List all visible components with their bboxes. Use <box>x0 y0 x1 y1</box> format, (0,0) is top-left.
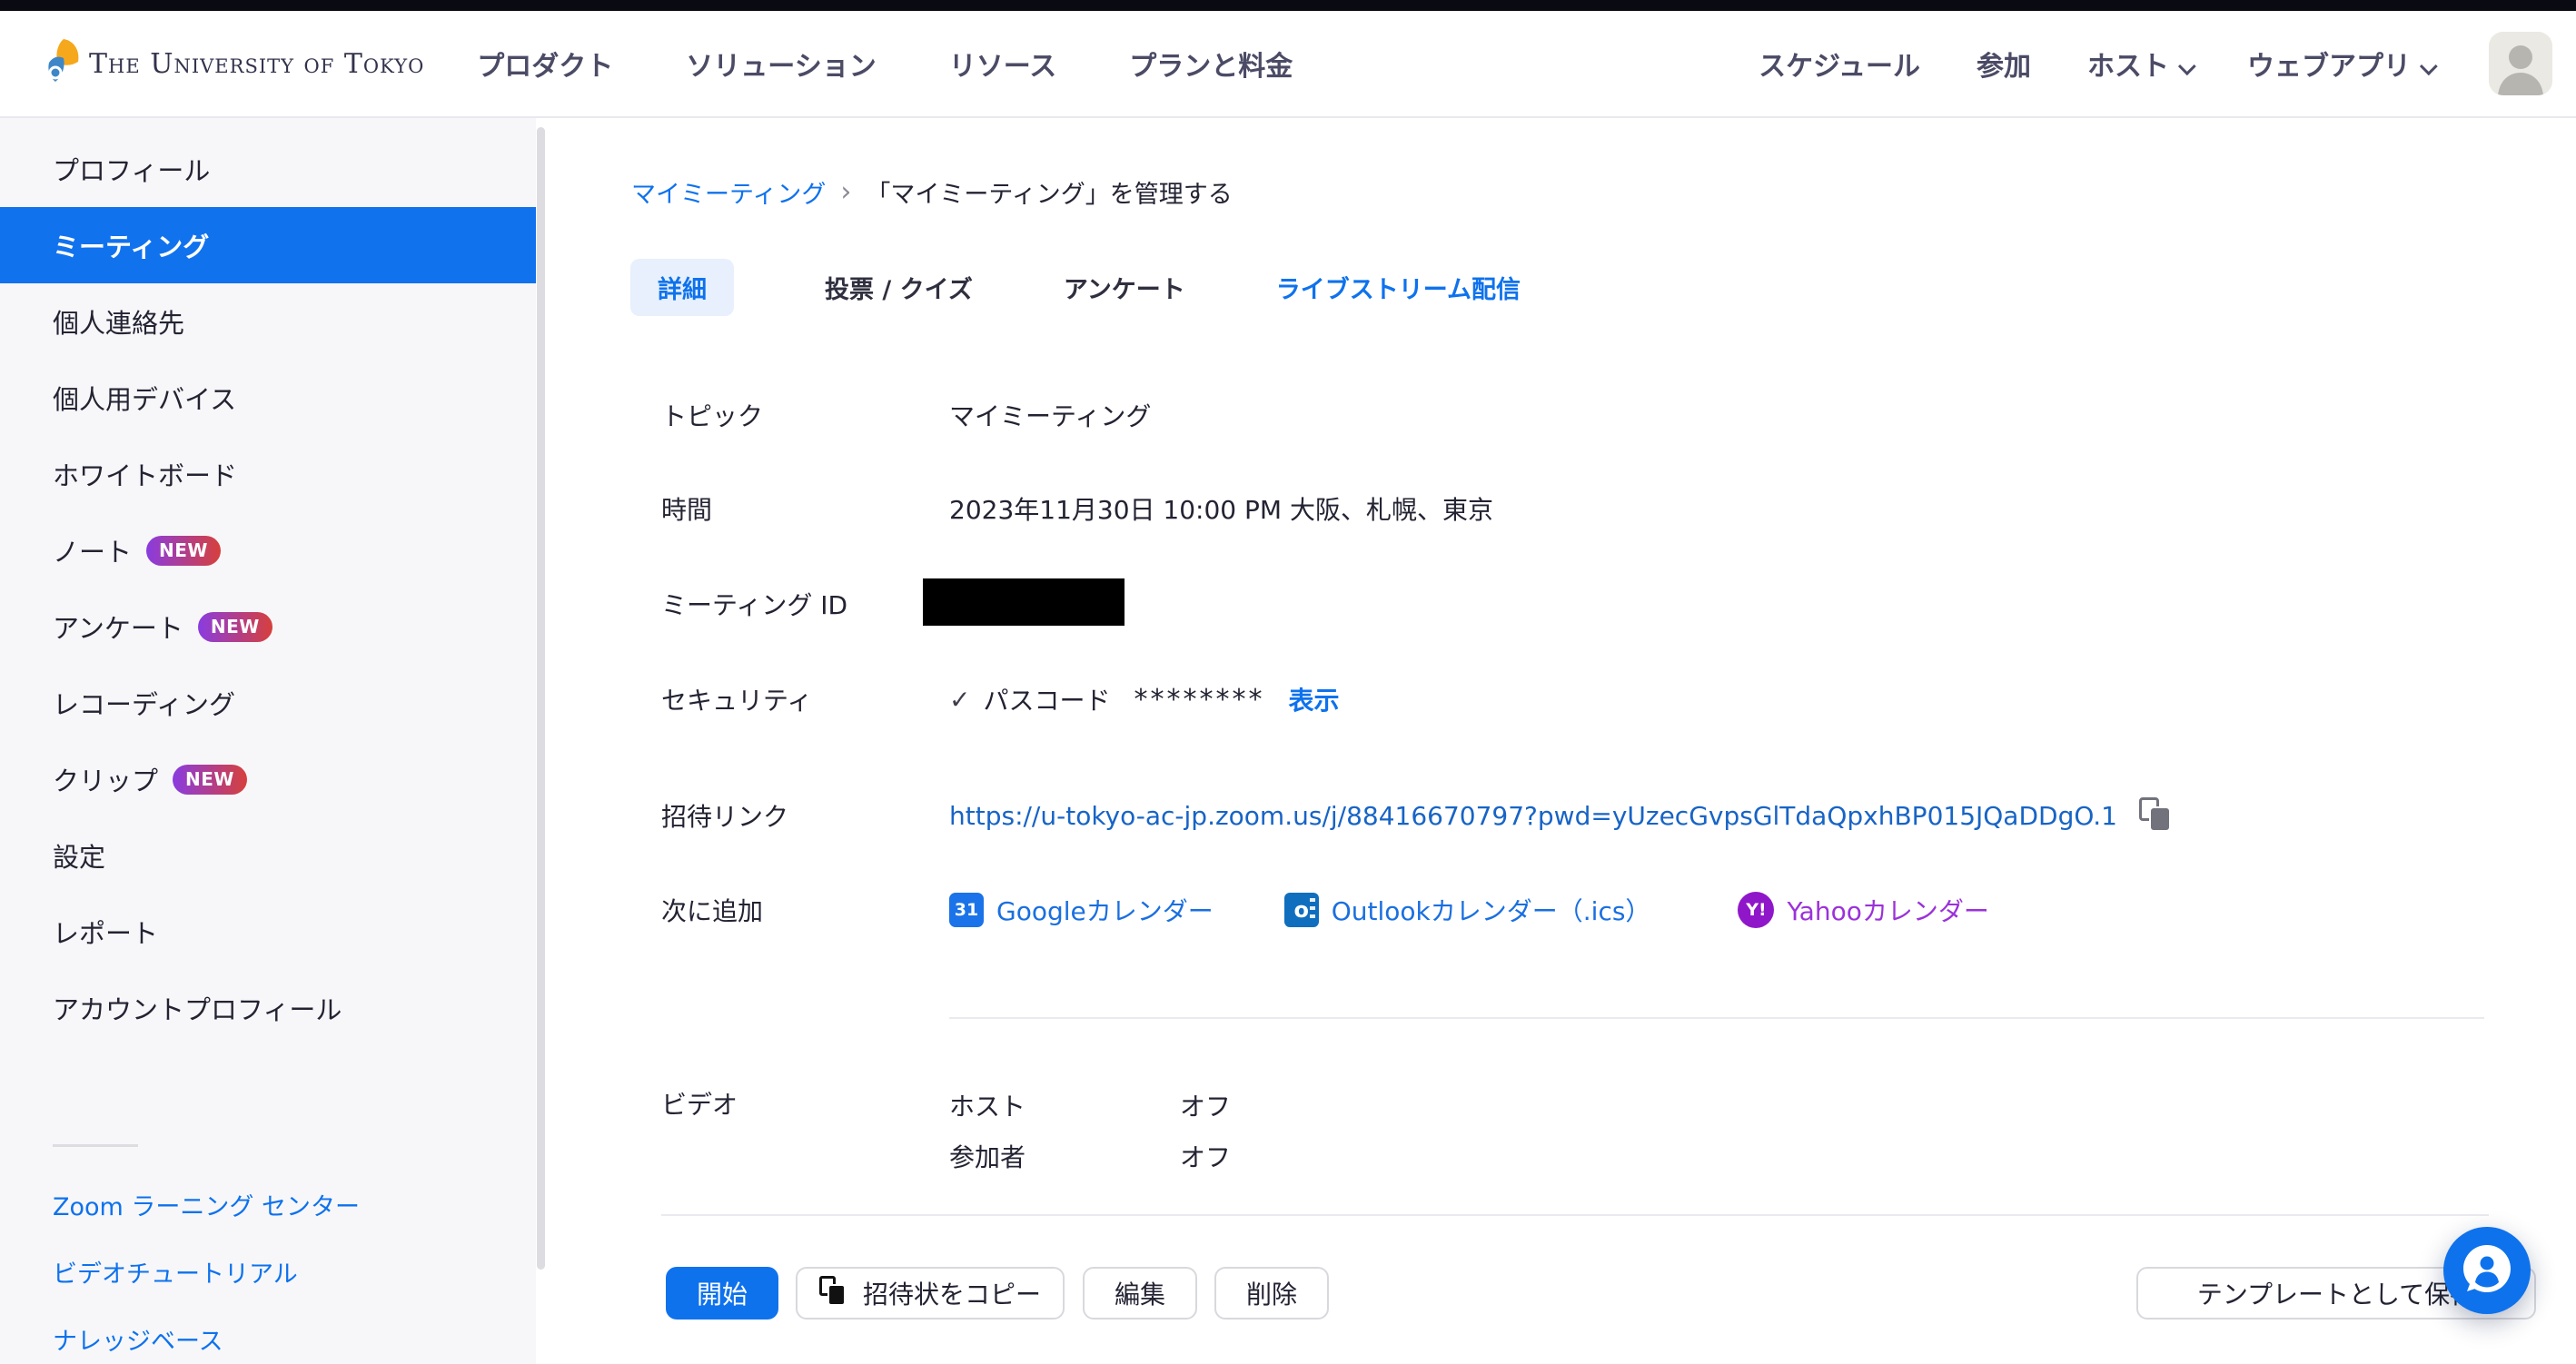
start-button[interactable]: 開始 <box>666 1267 778 1320</box>
utokyo-logo[interactable]: The University of Tokyo <box>44 38 424 89</box>
outlook-calendar-icon: o <box>1284 893 1319 927</box>
yahoo-calendar-link[interactable]: Y! Yahooカレンダー <box>1738 892 1988 928</box>
ginkgo-leaf-icon <box>44 38 80 89</box>
sidebar-item-settings[interactable]: 設定 <box>0 817 536 894</box>
video-host-row: ホスト オフ <box>949 1087 1231 1123</box>
tab-live-streaming[interactable]: ライブストリーム配信 <box>1276 270 1521 305</box>
google-calendar-icon: 31 <box>949 893 984 927</box>
person-bubble-icon <box>2460 1241 2514 1300</box>
tab-polls-quizzes[interactable]: 投票 / クイズ <box>825 270 973 305</box>
nav-schedule[interactable]: スケジュール <box>1759 44 1920 84</box>
video-host-value: オフ <box>1180 1087 1231 1123</box>
outlook-calendar-link[interactable]: o Outlookカレンダー（.ics） <box>1284 892 1651 928</box>
invite-link-url[interactable]: https://u-tokyo-ac-jp.zoom.us/j/88416670… <box>949 801 2117 831</box>
time-label: 時間 <box>661 490 949 527</box>
meeting-id-label: ミーティング ID <box>661 586 949 622</box>
passcode-masked-value: ******** <box>1134 684 1264 716</box>
section-divider <box>949 1017 2484 1019</box>
nav-webapp-menu[interactable]: ウェブアプリ <box>2247 44 2432 84</box>
sidebar-item-account-profile[interactable]: アカウントプロフィール <box>0 970 536 1046</box>
nav-join[interactable]: 参加 <box>1977 44 2031 84</box>
sidebar-divider <box>53 1144 138 1147</box>
nav-products[interactable]: プロダクト <box>477 44 613 84</box>
yahoo-calendar-icon: Y! <box>1738 892 1774 928</box>
video-participant-label: 参加者 <box>949 1138 1180 1174</box>
sidebar-item-clips[interactable]: クリップNEW <box>0 741 536 817</box>
delete-button[interactable]: 削除 <box>1214 1267 1329 1320</box>
support-chat-button[interactable] <box>2443 1227 2531 1314</box>
security-row: セキュリティ ✓ パスコード ******** 表示 <box>661 681 1340 717</box>
tab-survey[interactable]: アンケート <box>1064 270 1185 305</box>
add-to-label: 次に追加 <box>661 892 949 928</box>
video-participant-value: オフ <box>1180 1138 1231 1174</box>
breadcrumb: マイミーティング › 「マイミーティング」を管理する <box>631 174 1233 210</box>
copy-invitation-button[interactable]: 招待状をコピー <box>796 1267 1065 1320</box>
sidebar-item-meetings[interactable]: ミーティング <box>0 207 536 283</box>
invite-link-row: 招待リンク https://u-tokyo-ac-jp.zoom.us/j/88… <box>661 796 2174 835</box>
sidebar-link-learning-center[interactable]: Zoom ラーニング センター <box>0 1171 536 1238</box>
new-badge: NEW <box>146 536 221 566</box>
topic-row: トピック マイミーティング <box>661 397 1151 433</box>
tab-bar: 詳細 投票 / クイズ アンケート ライブストリーム配信 <box>630 260 1521 314</box>
show-passcode-link[interactable]: 表示 <box>1288 681 1339 717</box>
meeting-id-row: ミーティング ID <box>661 586 949 622</box>
top-window-strip <box>0 0 2576 11</box>
edit-button[interactable]: 編集 <box>1083 1267 1197 1320</box>
security-label: セキュリティ <box>661 681 949 717</box>
primary-nav: プロダクト ソリューション リソース プランと料金 <box>477 44 1293 84</box>
nav-solutions[interactable]: ソリューション <box>686 44 876 84</box>
copy-link-icon[interactable] <box>2137 796 2174 835</box>
invite-link-label: 招待リンク <box>661 797 949 834</box>
sidebar-item-personal-contacts[interactable]: 個人連絡先 <box>0 283 536 360</box>
sidebar-scrollbar[interactable] <box>537 127 545 1270</box>
breadcrumb-separator: › <box>840 176 851 208</box>
sidebar-item-personal-devices[interactable]: 個人用デバイス <box>0 360 536 436</box>
breadcrumb-current: 「マイミーティング」を管理する <box>866 174 1232 210</box>
video-row: ビデオ <box>661 1085 949 1122</box>
google-calendar-link[interactable]: 31 Googleカレンダー <box>949 892 1214 928</box>
sidebar: プロフィール ミーティング 個人連絡先 個人用デバイス ホワイトボード ノートN… <box>0 118 536 1364</box>
video-participant-row: 参加者 オフ <box>949 1138 1231 1174</box>
chevron-down-icon <box>2420 57 2438 75</box>
sidebar-link-knowledge-base[interactable]: ナレッジベース <box>0 1305 536 1364</box>
avatar[interactable] <box>2489 32 2552 95</box>
account-nav: スケジュール 参加 ホスト ウェブアプリ <box>1759 32 2552 95</box>
topic-value: マイミーティング <box>949 397 1151 433</box>
sidebar-link-video-tutorials[interactable]: ビデオチュートリアル <box>0 1238 536 1305</box>
sidebar-item-reports[interactable]: レポート <box>0 894 536 970</box>
sidebar-item-recordings[interactable]: レコーディング <box>0 665 536 741</box>
add-to-row: 次に追加 31 Googleカレンダー o Outlookカレンダー（.ics）… <box>661 892 1989 928</box>
time-value: 2023年11月30日 10:00 PM 大阪、札幌、東京 <box>949 490 1493 527</box>
video-label: ビデオ <box>661 1085 949 1122</box>
nav-plans-pricing[interactable]: プランと料金 <box>1129 44 1293 84</box>
sidebar-item-whiteboard[interactable]: ホワイトボード <box>0 436 536 512</box>
sidebar-item-surveys[interactable]: アンケートNEW <box>0 588 536 665</box>
new-badge: NEW <box>198 612 272 642</box>
topic-label: トピック <box>661 397 949 433</box>
nav-resources[interactable]: リソース <box>949 44 1057 84</box>
zoom-web-portal: The University of Tokyo プロダクト ソリューション リソ… <box>0 0 2576 1364</box>
breadcrumb-my-meetings-link[interactable]: マイミーティング <box>631 174 826 210</box>
copy-icon <box>819 1276 850 1310</box>
video-host-label: ホスト <box>949 1087 1180 1123</box>
header: The University of Tokyo プロダクト ソリューション リソ… <box>0 11 2576 118</box>
nav-host-menu[interactable]: ホスト <box>2087 44 2191 84</box>
meeting-id-redaction <box>923 578 1125 626</box>
checkmark-icon: ✓ <box>949 685 970 715</box>
chevron-down-icon <box>2178 57 2196 75</box>
sidebar-item-profile[interactable]: プロフィール <box>0 131 536 207</box>
main-content: マイミーティング › 「マイミーティング」を管理する 詳細 投票 / クイズ ア… <box>536 118 2576 1364</box>
sidebar-item-notes[interactable]: ノートNEW <box>0 512 536 588</box>
logo-text: The University of Tokyo <box>89 48 424 80</box>
passcode-label: パスコード <box>983 681 1110 717</box>
action-bar: 開始 招待状をコピー 編集 削除 テンプレートとして保存 <box>536 1267 2576 1320</box>
tab-details[interactable]: 詳細 <box>630 259 734 316</box>
time-row: 時間 2023年11月30日 10:00 PM 大阪、札幌、東京 <box>661 490 1493 527</box>
section-divider <box>661 1214 2489 1216</box>
new-badge: NEW <box>173 765 247 795</box>
